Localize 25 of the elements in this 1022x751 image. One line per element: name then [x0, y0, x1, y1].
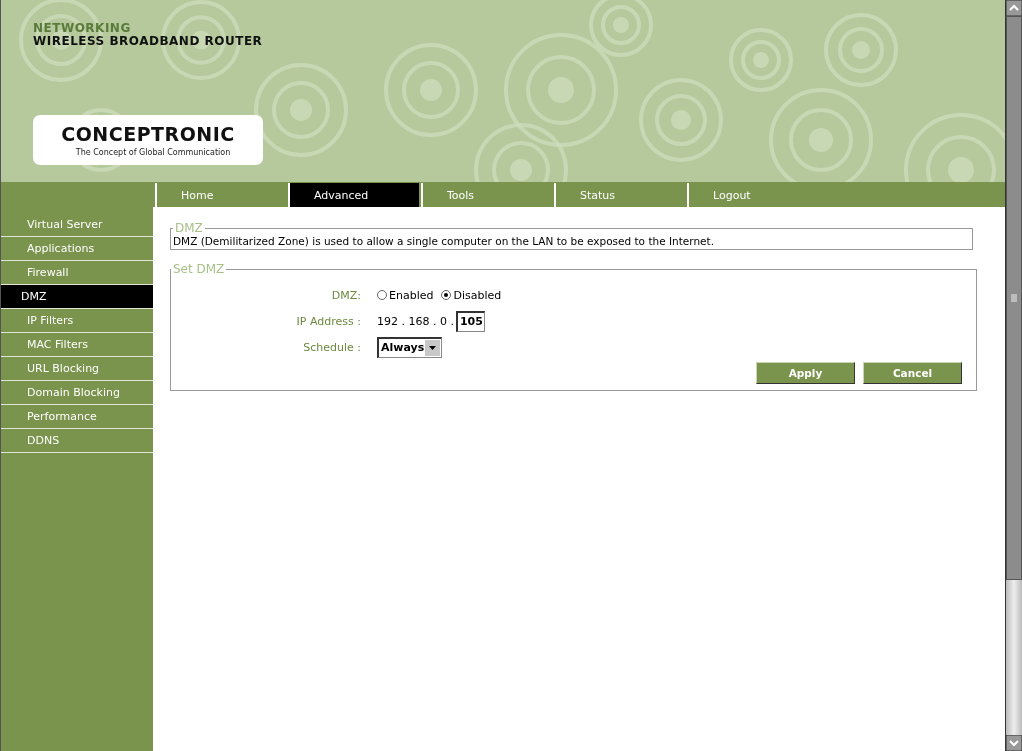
field-label: IP Address : — [295, 314, 361, 328]
radio-label: Disabled — [453, 288, 502, 302]
brand-tagline: The Concept of Global Communication — [75, 147, 231, 157]
ip-prefix: 192 . 168 . 0 . — [377, 314, 454, 328]
scroll-up-icon[interactable] — [1006, 0, 1022, 16]
scroll-down-icon[interactable] — [1006, 735, 1022, 751]
brand-name: CONCEPTRONIC — [61, 123, 235, 144]
field-label: DMZ: — [330, 288, 361, 302]
panel-legend: Set DMZ — [171, 262, 227, 276]
ip-input-field[interactable]: 105 — [455, 310, 485, 332]
radio-label: Enabled — [389, 288, 434, 302]
scrollbar[interactable] — [1005, 0, 1022, 751]
panel-legend: DMZ — [173, 221, 205, 235]
form-button[interactable]: Cancel — [863, 362, 962, 384]
description-text: DMZ (Demilitarized Zone) is used to allow a single computer on the LAN to be exposed to the Internet. — [173, 235, 715, 247]
radio-button[interactable] — [441, 290, 452, 300]
category-title: NETWORKING — [33, 22, 131, 35]
field-label: Schedule : — [302, 340, 361, 354]
nav-tab[interactable]: Advanced — [288, 183, 419, 207]
schedule-dropdown[interactable]: Always — [377, 336, 442, 358]
form-button[interactable]: Apply — [756, 362, 855, 384]
sidebar-item[interactable]: DMZ — [1, 285, 153, 309]
radio-button[interactable] — [377, 290, 387, 300]
grip-icon — [1011, 294, 1017, 302]
product-title: WIRELESS BROADBAND ROUTER — [33, 35, 263, 48]
